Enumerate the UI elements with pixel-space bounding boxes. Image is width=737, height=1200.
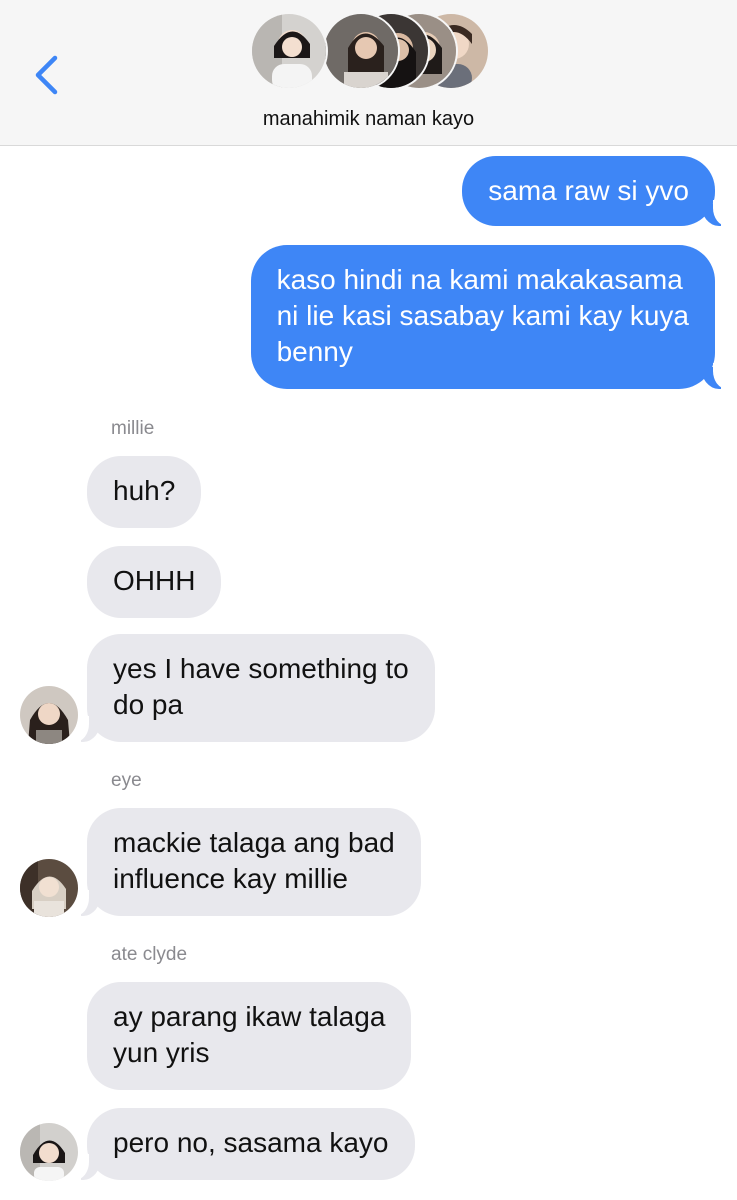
bubble-tail (701, 200, 733, 226)
bubble-tail (69, 716, 101, 742)
group-avatar-stack[interactable] (250, 12, 490, 94)
avatar (322, 12, 400, 90)
back-chevron-icon[interactable] (30, 52, 70, 98)
sender-name: millie (111, 418, 155, 439)
bubble-tail (701, 363, 733, 389)
received-message-bubble[interactable]: yes I have something to do pa (87, 634, 435, 742)
message-text: kaso hindi na kami makakasama (276, 264, 683, 295)
received-message-bubble[interactable]: mackie talaga ang bad influence kay mill… (87, 808, 421, 916)
message-text: ni lie kasi sasabay kami kay kuya (276, 300, 689, 331)
received-message-bubble[interactable]: OHHH (87, 546, 222, 618)
message-text: do pa (113, 689, 184, 720)
message-text: yun yris (113, 1037, 210, 1068)
received-message-bubble[interactable]: ay parang ikaw talaga yun yris (87, 982, 412, 1090)
message-text: huh? (113, 475, 176, 506)
group-title[interactable]: manahimik naman kayo (0, 108, 737, 131)
sent-message-bubble[interactable]: kaso hindi na kami makakasama ni lie kas… (250, 245, 715, 389)
message-text: mackie talaga ang bad (113, 827, 395, 858)
bubble-tail (69, 890, 101, 916)
received-message-bubble[interactable]: huh? (87, 456, 202, 528)
bubble-tail (69, 1154, 101, 1180)
message-text: influence kay millie (113, 863, 348, 894)
sender-name: eye (111, 770, 142, 791)
avatar (250, 12, 328, 90)
sender-avatar[interactable] (20, 1123, 78, 1181)
received-message-bubble[interactable]: pero no, sasama kayo (87, 1108, 415, 1180)
sent-message-bubble[interactable]: sama raw si yvo (462, 156, 715, 226)
message-text: benny (276, 336, 353, 367)
message-text: pero no, sasama kayo (113, 1127, 389, 1158)
message-text: ay parang ikaw talaga (113, 1001, 386, 1032)
sender-name: ate clyde (111, 944, 188, 965)
message-text: sama raw si yvo (488, 175, 689, 206)
sender-avatar[interactable] (20, 686, 78, 744)
message-text: yes I have something to (113, 653, 409, 684)
conversation-header: manahimik naman kayo (0, 0, 737, 146)
message-text: OHHH (113, 565, 196, 596)
sender-avatar[interactable] (20, 859, 78, 917)
